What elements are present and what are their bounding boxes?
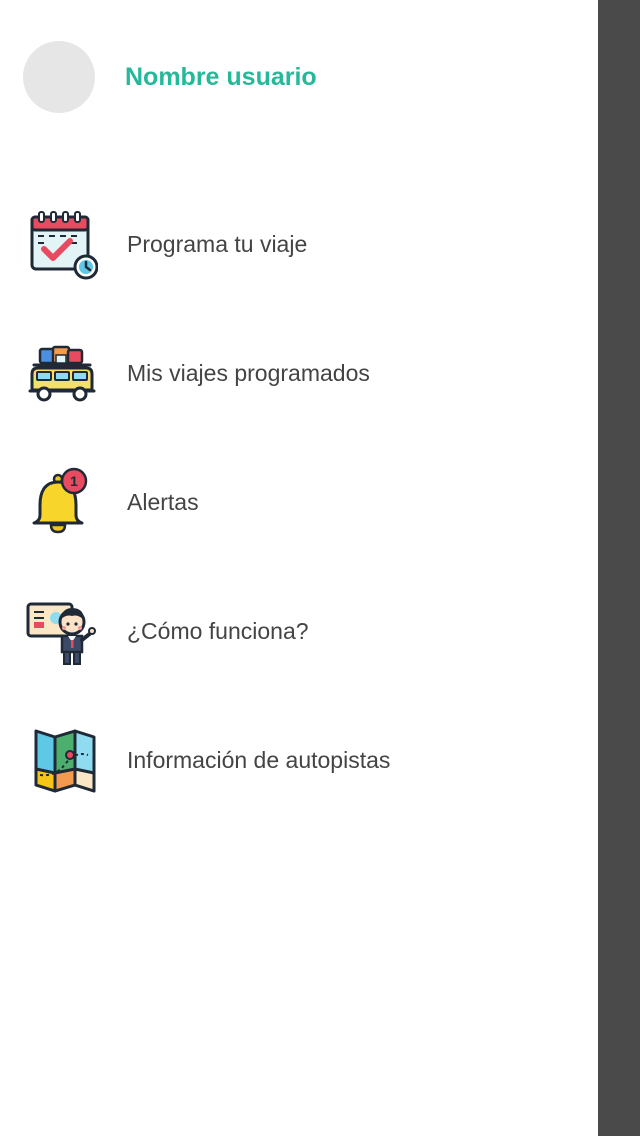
menu-item-label: Alertas	[127, 489, 199, 515]
menu-item-mis-viajes-programados[interactable]: Mis viajes programados	[0, 309, 598, 438]
calendar-clock-icon	[26, 209, 98, 281]
menu-item-programa-tu-viaje[interactable]: Programa tu viaje	[0, 180, 598, 309]
menu-item-label: ¿Cómo funciona?	[127, 618, 309, 644]
avatar[interactable]	[23, 41, 95, 113]
bell-notification-icon: 1	[26, 467, 98, 539]
menu-item-label: Información de autopistas	[127, 747, 391, 773]
menu-item-informacion-de-autopistas[interactable]: Información de autopistas	[0, 696, 598, 825]
menu-item-label: Mis viajes programados	[127, 360, 370, 386]
menu-item-alertas[interactable]: 1 Alertas	[0, 438, 598, 567]
folded-map-icon	[26, 725, 98, 797]
app-screen: Nombre usuario Programa tu viaje Mis via…	[0, 0, 640, 1136]
drawer-menu: Programa tu viaje Mis viajes programados…	[0, 180, 598, 825]
user-name: Nombre usuario	[125, 62, 317, 91]
drawer-header: Nombre usuario	[23, 41, 317, 113]
alert-badge-count: 1	[70, 473, 78, 489]
drawer-scrim-overlay[interactable]	[598, 0, 640, 1136]
menu-item-label: Programa tu viaje	[127, 231, 308, 257]
navigation-drawer: Nombre usuario Programa tu viaje Mis via…	[0, 0, 598, 1136]
presenter-board-icon	[26, 596, 98, 668]
menu-item-como-funciona[interactable]: ¿Cómo funciona?	[0, 567, 598, 696]
loaded-van-icon	[26, 338, 98, 410]
